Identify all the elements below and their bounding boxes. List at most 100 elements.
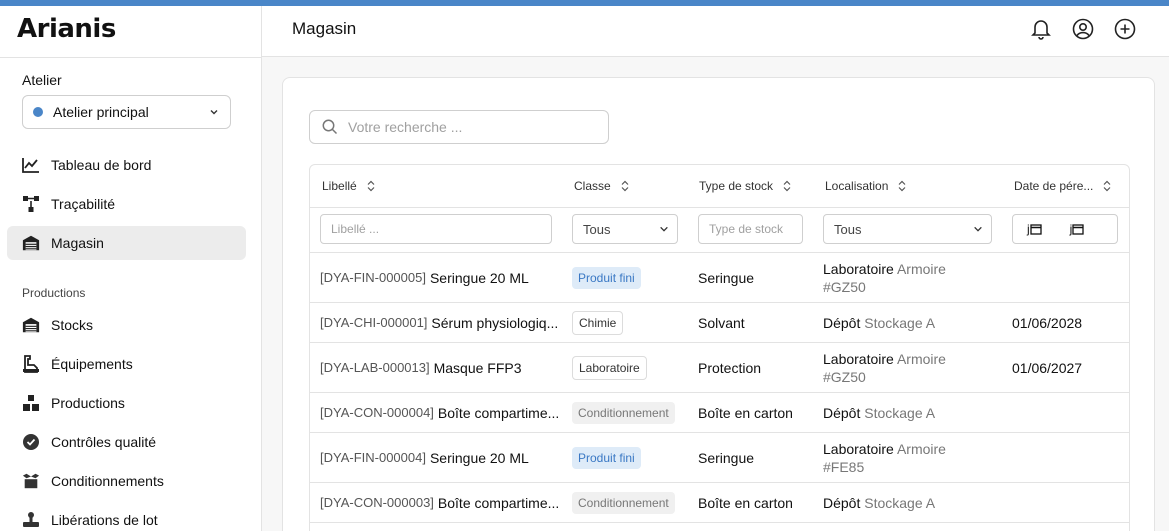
stock-type: Boîte en carton	[698, 494, 793, 511]
column-header-date[interactable]: Date de pére...	[1014, 165, 1111, 207]
table-row[interactable]: [DYA-FIN-000004] Seringue 20 ML Produit f…	[310, 433, 1129, 483]
class-badge: Produit fini	[572, 446, 641, 469]
sidebar: Arianis Atelier Atelier principal Tablea…	[0, 6, 262, 531]
classe-filter-select[interactable]: Tous	[572, 214, 678, 244]
warehouse-icon	[22, 234, 40, 252]
type-filter-input[interactable]: Type de stock	[698, 214, 803, 244]
sidebar-item-label: Équipements	[51, 356, 133, 372]
item-name: Seringue 20 ML	[429, 449, 529, 466]
class-badge: Produit fini	[572, 266, 641, 289]
chart-line-icon	[22, 156, 40, 174]
sidebar-item-liberations-de-lot[interactable]: Libérations de lot	[7, 503, 246, 531]
search-input[interactable]	[348, 119, 588, 135]
table-row[interactable]: [DYA-CON-000004] Boîte compartime... Cond…	[310, 393, 1129, 433]
workspace-value: Atelier principal	[53, 104, 149, 120]
location-sub: Armoire	[896, 260, 946, 277]
table-row[interactable]: [DYA-CON-000003] Boîte compartime... Cond…	[310, 483, 1129, 523]
column-header-label: Date de pére...	[1014, 179, 1094, 193]
sidebar-item-tracabilite[interactable]: Traçabilité	[7, 187, 246, 221]
section-label-productions: Productions	[22, 286, 86, 300]
workspace-select[interactable]: Atelier principal	[22, 95, 231, 129]
sort-icon	[1103, 180, 1111, 192]
sidebar-item-label: Productions	[51, 395, 125, 411]
check-badge-icon	[22, 433, 40, 451]
item-code: [DYA-CHI-000001]	[320, 315, 428, 330]
sort-icon	[621, 180, 629, 192]
item-code: [DYA-FIN-000004]	[320, 450, 426, 465]
column-header-label: Libellé	[322, 179, 357, 193]
chevron-down-icon	[660, 226, 668, 232]
item-code: [DYA-CON-000003]	[320, 495, 434, 510]
column-header-localisation[interactable]: Localisation	[825, 165, 906, 207]
location-sub: Stockage A	[864, 494, 936, 511]
calendar-icon[interactable]	[1030, 223, 1042, 235]
hierarchy-icon	[22, 195, 40, 213]
user-circle-icon[interactable]	[1072, 18, 1094, 40]
location-main: Dépôt	[823, 404, 861, 421]
column-header-libelle[interactable]: Libellé	[322, 165, 375, 207]
location-sub: Armoire	[896, 440, 946, 457]
item-name: Seringue 20 ML	[429, 269, 529, 286]
expiry-date: 01/06/2027	[1012, 359, 1083, 376]
column-header-label: Type de stock	[699, 179, 774, 193]
sidebar-item-label: Traçabilité	[51, 196, 116, 212]
table-row[interactable]: [DYA-CHI-000001] Sérum physiologiq... Chi…	[310, 303, 1129, 343]
item-name: Masque FFP3	[433, 359, 522, 376]
table-row[interactable]: [DYA-LAB-000013] Masque FFP3 Laboratoire …	[310, 343, 1129, 393]
package-icon	[22, 472, 40, 490]
stock-type: Seringue	[698, 449, 755, 466]
stamp-icon	[22, 511, 40, 529]
sidebar-item-label: Conditionnements	[51, 473, 164, 489]
workspace-dot-icon	[33, 107, 43, 117]
location-main: Laboratoire	[823, 350, 894, 367]
sidebar-item-label: Libérations de lot	[51, 512, 158, 528]
location-main: Laboratoire	[823, 260, 894, 277]
libelle-filter-input[interactable]: Libellé ...	[320, 214, 552, 244]
item-name: Boîte compartime...	[437, 404, 560, 421]
stock-type: Seringue	[698, 269, 755, 286]
main-content: Libellé Classe Type de stock Localisatio…	[262, 57, 1169, 531]
sidebar-item-magasin[interactable]: Magasin	[7, 226, 246, 260]
column-header-label: Localisation	[825, 179, 889, 193]
chevron-down-icon	[210, 110, 218, 115]
date-filter-range[interactable]: j j	[1012, 214, 1118, 244]
class-badge: Chimie	[572, 310, 624, 335]
class-badge: Laboratoire	[572, 355, 647, 380]
location-sub: Stockage A	[864, 404, 936, 421]
search-box[interactable]	[309, 110, 609, 144]
calendar-icon[interactable]	[1072, 223, 1084, 235]
stock-type: Boîte en carton	[698, 404, 793, 421]
sidebar-item-stocks[interactable]: Stocks	[7, 308, 246, 342]
location-sub: Stockage A	[864, 314, 936, 331]
page-header: Magasin	[262, 6, 1169, 57]
column-header-type-de-stock[interactable]: Type de stock	[699, 165, 791, 207]
location-main: Laboratoire	[823, 440, 894, 457]
workspace-label: Atelier	[22, 72, 62, 88]
search-icon	[322, 119, 338, 135]
expiry-date: 01/06/2028	[1012, 314, 1083, 331]
sort-icon	[367, 180, 375, 192]
location-detail: #FE85	[823, 458, 865, 475]
sidebar-item-productions[interactable]: Productions	[7, 386, 246, 420]
item-name: Boîte compartime...	[437, 494, 560, 511]
location-detail: #GZ50	[823, 278, 866, 295]
sidebar-item-tableau-de-bord[interactable]: Tableau de bord	[7, 148, 246, 182]
divider	[0, 57, 262, 58]
localisation-filter-select[interactable]: Tous	[823, 214, 992, 244]
filter-row: Libellé ... Tous Type de stock Tous j j	[310, 207, 1129, 253]
stock-type: Protection	[698, 359, 762, 376]
sidebar-item-equipements[interactable]: Équipements	[7, 347, 246, 381]
sidebar-item-conditionnements[interactable]: Conditionnements	[7, 464, 246, 498]
chevron-down-icon	[974, 226, 982, 232]
equipment-icon	[22, 355, 40, 373]
column-header-classe[interactable]: Classe	[574, 165, 629, 207]
content-card: Libellé Classe Type de stock Localisatio…	[282, 77, 1155, 531]
location-detail: #GZ50	[823, 368, 866, 385]
plus-circle-icon[interactable]	[1114, 18, 1136, 40]
app-logo: Arianis	[17, 14, 116, 44]
localisation-filter-value: Tous	[834, 221, 862, 237]
page-title: Magasin	[292, 19, 357, 38]
bell-icon[interactable]	[1030, 18, 1052, 40]
sidebar-item-controles-qualite[interactable]: Contrôles qualité	[7, 425, 246, 459]
table-row[interactable]: [DYA-FIN-000005] Seringue 20 ML Produit f…	[310, 253, 1129, 303]
